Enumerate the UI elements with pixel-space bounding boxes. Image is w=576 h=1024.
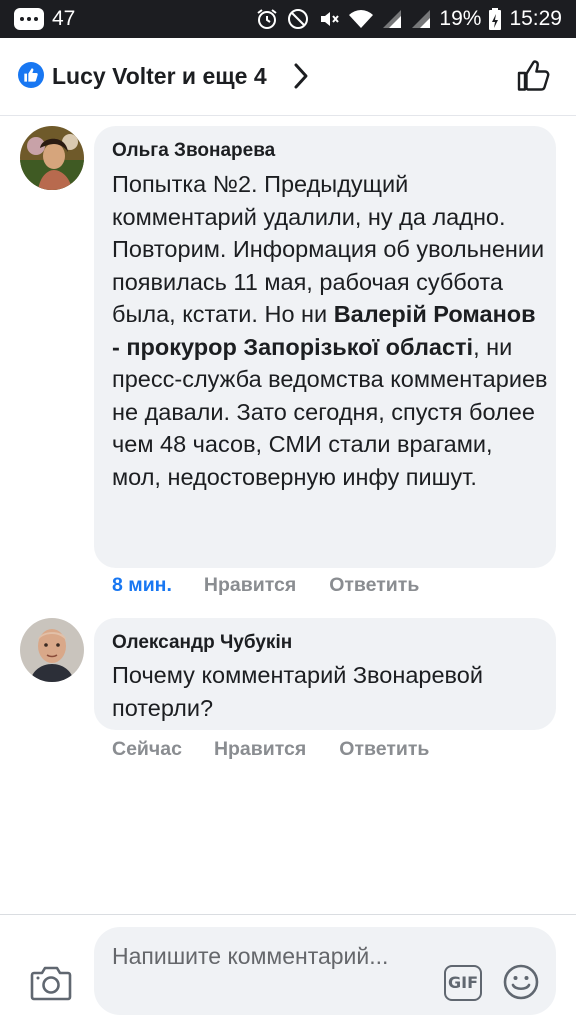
wifi-icon bbox=[349, 10, 374, 28]
battery-percent: 19% bbox=[439, 7, 482, 30]
clock-time: 15:29 bbox=[509, 7, 562, 30]
avatar[interactable] bbox=[20, 126, 84, 190]
comment-author[interactable]: Олександр Чубукін bbox=[112, 631, 292, 655]
comment-composer: Напишите комментарий... GIF bbox=[0, 914, 576, 1024]
reply-button[interactable]: Ответить bbox=[329, 573, 419, 597]
comment-author[interactable]: Ольга Звонарева bbox=[112, 139, 275, 163]
chevron-right-icon[interactable] bbox=[292, 62, 310, 90]
thumbs-up-icon[interactable] bbox=[516, 58, 552, 94]
mute-icon bbox=[321, 12, 340, 26]
reactions-title[interactable]: Lucy Volter и еще 4 bbox=[52, 61, 267, 91]
comment-actions: 8 мин. Нравится Ответить bbox=[112, 573, 419, 597]
do-not-disturb-icon bbox=[288, 9, 309, 29]
comment-text: Почему комментарий Звонаревой потерли? bbox=[112, 662, 483, 721]
camera-icon[interactable] bbox=[30, 965, 72, 1001]
like-badge-icon bbox=[18, 62, 44, 88]
reactions-header[interactable]: Lucy Volter и еще 4 bbox=[0, 38, 576, 116]
like-button[interactable]: Нравится bbox=[204, 573, 296, 597]
comment-actions: Сейчас Нравится Ответить bbox=[112, 737, 429, 761]
emoji-icon[interactable] bbox=[502, 963, 540, 1001]
comment-timestamp[interactable]: Сейчас bbox=[112, 737, 182, 761]
signal-2-icon bbox=[412, 10, 431, 28]
comment-input[interactable]: Напишите комментарий... GIF bbox=[94, 927, 556, 1015]
comment-input-placeholder[interactable]: Напишите комментарий... bbox=[112, 941, 432, 971]
like-button[interactable]: Нравится bbox=[214, 737, 306, 761]
gif-icon[interactable]: GIF bbox=[444, 965, 482, 1001]
messenger-notification-icon bbox=[14, 8, 44, 30]
status-bar: 47 19% 15:29 bbox=[0, 0, 576, 38]
notification-count: 47 bbox=[52, 7, 76, 30]
signal-1-icon bbox=[383, 10, 402, 28]
battery-charging-icon bbox=[489, 8, 502, 30]
reply-button[interactable]: Ответить bbox=[339, 737, 429, 761]
alarm-icon bbox=[257, 9, 278, 29]
comment-text: Попытка №2. Предыдущий комментарий удали… bbox=[112, 168, 548, 493]
avatar[interactable] bbox=[20, 618, 84, 682]
comment-timestamp[interactable]: 8 мин. bbox=[112, 573, 172, 597]
